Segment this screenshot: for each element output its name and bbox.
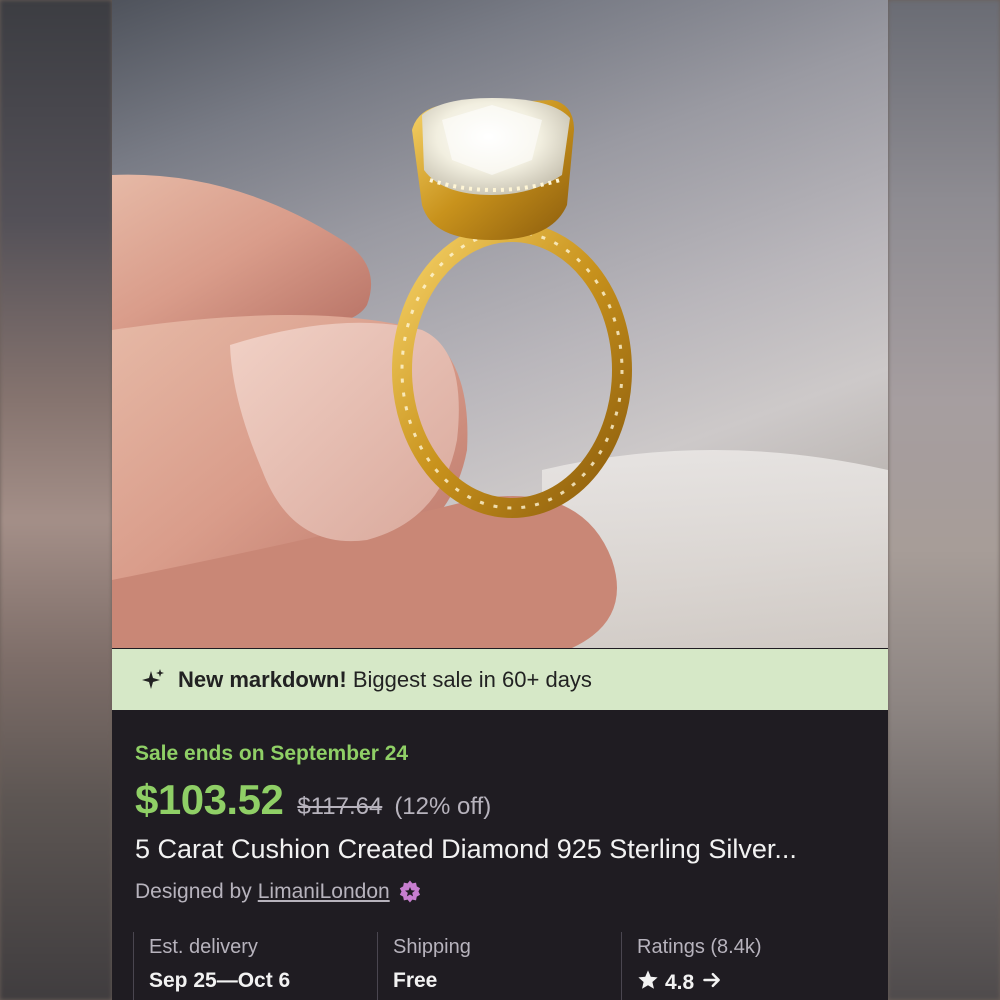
designer-row: Designed by LimaniLondon [135,880,422,904]
shop-name-link[interactable]: LimaniLondon [258,880,390,904]
est-delivery: Est. delivery Sep 25—Oct 6 [133,932,377,1000]
listing-title[interactable]: 5 Carat Cushion Created Diamond 925 Ster… [135,834,797,865]
sale-price: $103.52 [135,776,284,823]
shipping: Shipping Free [377,932,621,1000]
arrow-right-icon [702,970,722,996]
sale-ends-text: Sale ends on September 24 [135,742,409,765]
star-icon [637,969,659,997]
shipping-label: Shipping [393,936,471,958]
markdown-bold-text: New markdown! [178,666,347,692]
blurred-background-right [888,0,1000,1000]
designed-by-label: Designed by [135,880,252,903]
listing-info: Sale ends on September 24 $103.52 $117.6… [112,710,888,1000]
markdown-banner: New markdown! Biggest sale in 60+ days [112,649,888,710]
delivery-label: Est. delivery [149,936,258,958]
listing-card: New markdown! Biggest sale in 60+ days S… [112,0,888,1000]
shipping-value: Free [393,969,438,992]
listing-stats: Est. delivery Sep 25—Oct 6 Shipping Free… [133,932,873,1000]
delivery-value: Sep 25—Oct 6 [149,969,291,992]
product-photo[interactable] [112,0,888,648]
rating-value: 4.8 [665,971,695,994]
blurred-background-left [0,0,112,1000]
original-price: $117.64 [297,793,383,820]
ratings[interactable]: Ratings (8.4k) 4.8 [621,932,867,1000]
ratings-label: Ratings (8.4k) [637,936,762,958]
sparkle-icon [140,667,166,693]
markdown-text: Biggest sale in 60+ days [352,666,592,692]
ring-photo-illustration [112,98,888,648]
discount-percent: (12% off) [394,793,492,820]
ratings-value-row[interactable]: 4.8 [637,969,867,997]
star-seller-badge-icon [398,880,422,904]
price-row: $103.52 $117.64 (12% off) [135,776,491,824]
